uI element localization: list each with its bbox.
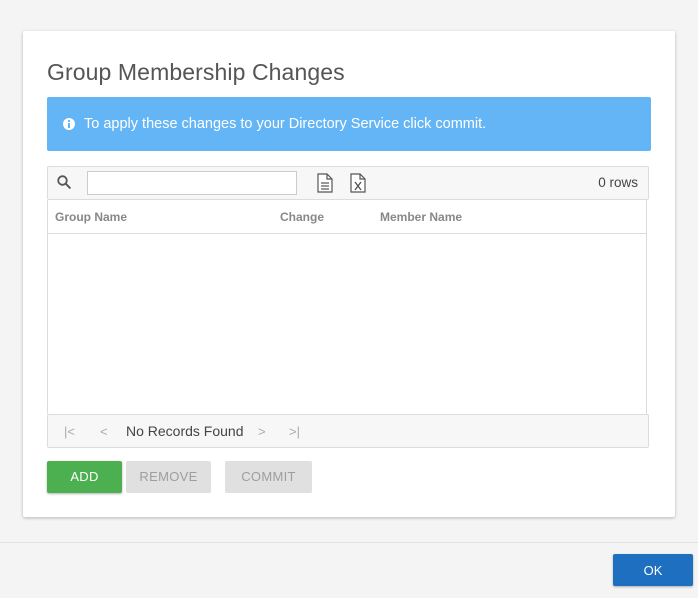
search-input[interactable] (87, 171, 297, 195)
group-membership-panel: Group Membership Changes To apply these … (23, 31, 675, 517)
alert-text: To apply these changes to your Directory… (84, 116, 487, 132)
panel-title: Group Membership Changes (47, 59, 345, 85)
grid-pager: |< < No Records Found > >| (47, 414, 649, 448)
previous-page-icon[interactable]: < (100, 424, 108, 439)
commit-button[interactable]: COMMIT (225, 461, 312, 493)
add-button[interactable]: ADD (47, 461, 122, 493)
changes-table: Group Name Change Member Name (47, 200, 647, 414)
last-page-icon[interactable]: >| (289, 424, 300, 439)
column-header-member-name[interactable]: Member Name (380, 210, 462, 224)
export-excel-icon[interactable] (349, 173, 367, 193)
pager-status: No Records Found (126, 423, 244, 439)
first-page-icon[interactable]: |< (64, 424, 75, 439)
ok-button[interactable]: OK (613, 554, 693, 586)
export-document-icon[interactable] (316, 173, 334, 193)
column-header-group-name[interactable]: Group Name (55, 210, 127, 224)
changes-grid: 0 rows Group Name Change Member Name |< … (47, 166, 649, 448)
table-header: Group Name Change Member Name (48, 200, 646, 234)
footer-divider (0, 542, 698, 543)
grid-toolbar: 0 rows (47, 166, 649, 200)
search-icon[interactable] (57, 175, 71, 189)
rows-count: 0 rows (598, 175, 638, 190)
info-icon (63, 118, 75, 130)
info-alert: To apply these changes to your Directory… (47, 97, 651, 151)
remove-button[interactable]: REMOVE (126, 461, 211, 493)
next-page-icon[interactable]: > (258, 424, 266, 439)
column-header-change[interactable]: Change (280, 210, 324, 224)
